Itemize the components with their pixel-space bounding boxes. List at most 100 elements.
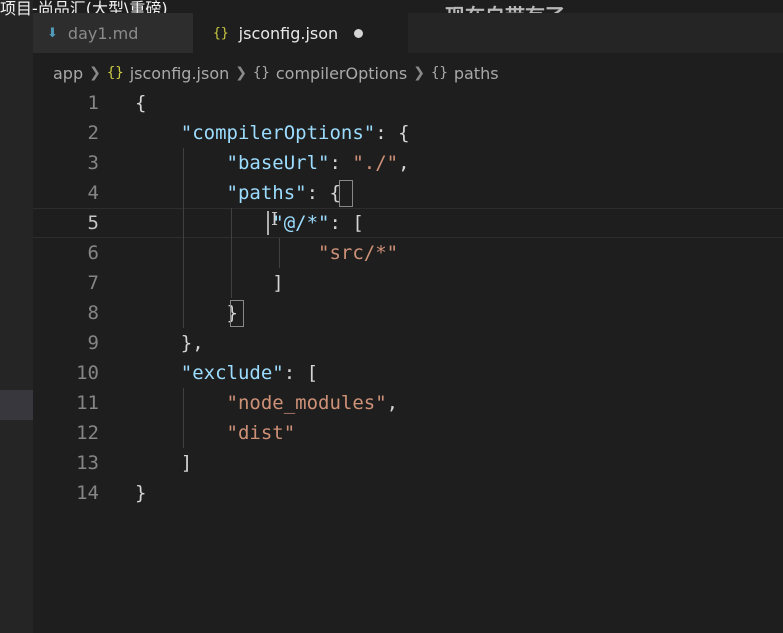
breadcrumb: app ❯ {} jsconfig.json ❯ {} compilerOpti… <box>53 62 499 84</box>
json-punctuation <box>135 212 272 234</box>
json-string: "./" <box>352 152 399 174</box>
indent-guide <box>183 388 184 448</box>
code-line[interactable]: 14} <box>33 478 783 508</box>
line-number: 2 <box>87 122 99 144</box>
code-text: { <box>135 88 146 118</box>
json-punctuation: }, <box>135 332 204 354</box>
chevron-right-icon: ❯ <box>413 65 425 81</box>
line-number: 13 <box>76 452 99 474</box>
explorer-selected-row[interactable] <box>0 390 33 420</box>
code-line[interactable]: 8 } <box>33 298 783 328</box>
bracket-match-highlight <box>339 180 353 207</box>
json-punctuation: } <box>135 482 147 504</box>
code-text: "node_modules", <box>135 388 399 418</box>
code-line[interactable]: 6 "src/*" <box>33 238 783 268</box>
activity-bar <box>0 0 33 633</box>
bracket-match-highlight <box>230 300 244 327</box>
code-editor[interactable]: 14} 13 ] 12 "dist" 11 "node_modules", 10 "ex… <box>33 88 783 633</box>
json-key: "@/*" <box>272 212 330 234</box>
tab-bar: ⬇ day1.md {} jsconfig.json <box>33 13 783 53</box>
json-punctuation: : [ <box>283 362 319 384</box>
line-number: 8 <box>87 302 99 324</box>
line-number: 12 <box>76 422 99 444</box>
code-line[interactable]: 12 "dist" <box>33 418 783 448</box>
json-braces-icon: {} <box>106 65 124 81</box>
unsaved-dot-icon[interactable] <box>354 28 364 38</box>
code-text: "dist" <box>135 418 296 448</box>
indent-guide <box>279 238 280 268</box>
code-text: "baseUrl": "./", <box>135 148 410 178</box>
json-braces-icon: {} <box>213 25 229 41</box>
code-line[interactable]: 2 "compilerOptions": { <box>33 118 783 148</box>
line-number: 5 <box>87 212 99 234</box>
tab-label: day1.md <box>67 23 139 43</box>
line-number: 3 <box>87 152 99 174</box>
code-text: "src/*" <box>135 238 398 268</box>
breadcrumb-item-app[interactable]: app <box>53 64 83 83</box>
code-line[interactable]: 9 }, <box>33 328 783 358</box>
line-number: 1 <box>87 92 99 114</box>
json-punctuation <box>135 182 227 204</box>
code-text: "@/*": [ <box>135 209 364 237</box>
json-punctuation <box>135 242 318 264</box>
code-line[interactable]: 4 "paths": { <box>33 178 783 208</box>
json-string: "node_modules" <box>226 392 387 414</box>
tab-day1-md[interactable]: ⬇ day1.md <box>33 13 193 53</box>
ibeam-pointer-icon: I <box>271 209 279 230</box>
json-punctuation: : { <box>375 122 410 144</box>
chevron-right-icon: ❯ <box>235 65 247 81</box>
code-line[interactable]: 7 ] <box>33 268 783 298</box>
json-punctuation: { <box>135 92 147 114</box>
object-braces-icon: {} <box>430 65 448 81</box>
breadcrumb-item-paths[interactable]: paths <box>454 64 499 83</box>
line-number: 14 <box>76 482 99 504</box>
code-text: ] <box>135 448 192 478</box>
tab-jsconfig-json[interactable]: {} jsconfig.json <box>193 13 408 53</box>
object-braces-icon: {} <box>253 65 270 81</box>
chevron-right-icon: ❯ <box>89 65 101 81</box>
line-number: 11 <box>76 392 99 414</box>
json-key: "exclude" <box>180 362 284 384</box>
code-line[interactable]: 13 ] <box>33 448 783 478</box>
json-punctuation: ] <box>135 452 193 474</box>
text-cursor <box>267 211 269 235</box>
json-punctuation: } <box>135 302 238 324</box>
json-punctuation <box>135 152 227 174</box>
line-number: 9 <box>87 332 99 354</box>
line-number: 4 <box>87 182 99 204</box>
indent-guide <box>231 208 232 298</box>
code-text: "exclude": [ <box>135 358 318 388</box>
json-punctuation <box>135 392 227 414</box>
code-text: ] <box>135 268 284 298</box>
tab-label: jsconfig.json <box>238 23 339 43</box>
code-line[interactable]: 5 "@/*": [ <box>33 208 783 238</box>
code-text: } <box>135 298 238 328</box>
json-key: "compilerOptions" <box>180 122 376 144</box>
breadcrumb-item-compileroptions[interactable]: compilerOptions <box>276 64 407 83</box>
json-punctuation: : [ <box>329 212 364 234</box>
line-number: 7 <box>87 272 99 294</box>
json-punctuation: : <box>329 152 353 174</box>
code-text: }, <box>135 328 204 358</box>
code-line[interactable]: 3 "baseUrl": "./", <box>33 148 783 178</box>
json-punctuation: ] <box>135 272 284 294</box>
json-key: "paths" <box>226 182 307 204</box>
json-key: "baseUrl" <box>226 152 330 174</box>
markdown-icon: ⬇ <box>47 25 58 41</box>
json-punctuation: , <box>398 152 410 174</box>
code-line[interactable]: 1{ <box>33 88 783 118</box>
code-line[interactable]: 11 "node_modules", <box>33 388 783 418</box>
indent-guide <box>183 148 184 328</box>
line-number: 10 <box>76 362 99 384</box>
code-text: "compilerOptions": { <box>135 118 410 148</box>
line-number: 6 <box>87 242 99 264</box>
json-punctuation <box>135 362 181 384</box>
json-string: "src/*" <box>318 242 399 264</box>
json-string: "dist" <box>226 422 296 444</box>
json-punctuation: : { <box>306 182 341 204</box>
code-text: "paths": { <box>135 178 341 208</box>
json-punctuation <box>135 122 181 144</box>
json-punctuation <box>135 422 227 444</box>
code-line[interactable]: 10 "exclude": [ <box>33 358 783 388</box>
breadcrumb-item-jsconfig[interactable]: jsconfig.json <box>130 64 230 83</box>
